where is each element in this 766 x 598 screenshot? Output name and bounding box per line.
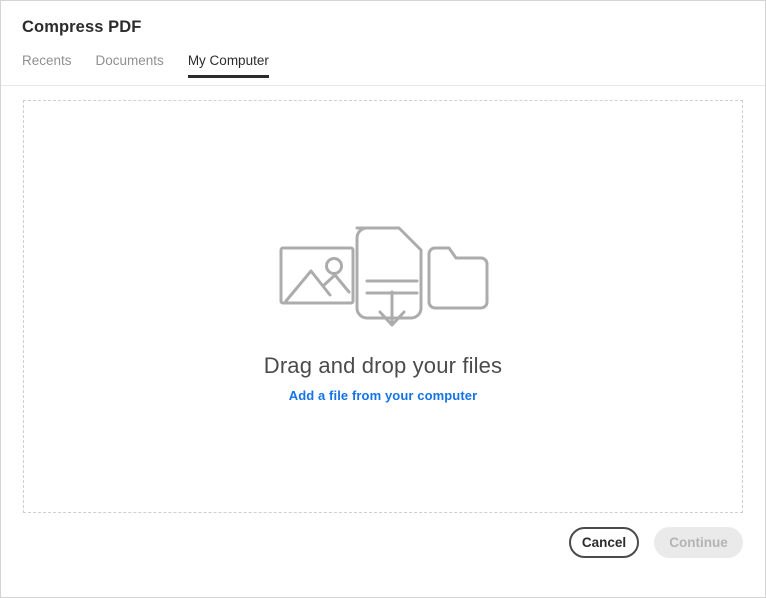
- continue-button: Continue: [654, 527, 743, 558]
- continue-button-label: Continue: [669, 535, 728, 550]
- add-file-link[interactable]: Add a file from your computer: [289, 388, 478, 403]
- tab-recents-label: Recents: [22, 53, 72, 68]
- tab-my-computer-label: My Computer: [187, 53, 269, 68]
- compress-pdf-dialog: Compress PDF Recents Documents My Comput…: [0, 0, 766, 598]
- image-icon: [279, 246, 355, 304]
- tab-documents-label: Documents: [95, 53, 164, 68]
- file-dropzone[interactable]: Drag and drop your files Add a file from…: [23, 100, 743, 513]
- page-title: Compress PDF: [22, 18, 142, 36]
- folder-icon: [427, 246, 489, 309]
- dialog-footer: Cancel Continue: [1, 513, 765, 597]
- cancel-button[interactable]: Cancel: [569, 527, 639, 558]
- cancel-button-label: Cancel: [581, 535, 627, 550]
- document-download-icon: [355, 226, 423, 326]
- tab-divider: [1, 85, 765, 86]
- tab-documents[interactable]: Documents: [96, 53, 164, 78]
- dropzone-content: Drag and drop your files Add a file from…: [24, 213, 742, 403]
- dropzone-illustration: [273, 213, 493, 331]
- tab-my-computer[interactable]: My Computer: [187, 53, 269, 78]
- tab-recents[interactable]: Recents: [22, 53, 72, 78]
- tab-bar: Recents Documents My Computer: [22, 53, 269, 85]
- dropzone-heading: Drag and drop your files: [263, 352, 503, 378]
